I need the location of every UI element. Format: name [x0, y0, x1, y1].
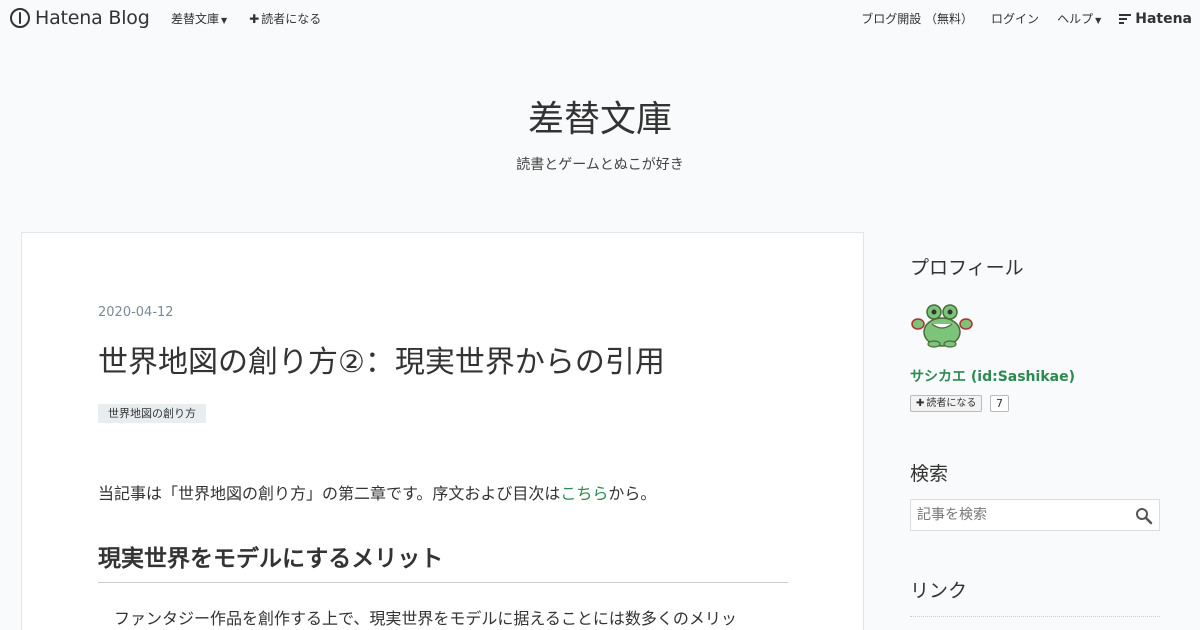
- profile-heading: プロフィール: [910, 257, 1024, 279]
- search-form: [910, 499, 1160, 531]
- subscriber-count[interactable]: 7: [990, 395, 1009, 412]
- hatena-brand-link[interactable]: Hatena: [1119, 11, 1192, 27]
- hatena-blog-logo[interactable]: Hatena Blog: [10, 7, 150, 29]
- help-label: ヘルプ: [1057, 12, 1094, 26]
- hatena-lines-icon: [1119, 13, 1132, 24]
- plus-icon: ✚: [916, 398, 925, 409]
- subscribe-button-label: 読者になる: [926, 398, 977, 409]
- blog-menu-dropdown[interactable]: 差替文庫 ▼: [171, 10, 227, 27]
- caret-down-icon: ▼: [1095, 16, 1102, 25]
- section-heading: 現実世界をモデルにするメリット: [98, 539, 788, 583]
- search-input[interactable]: [911, 500, 1131, 530]
- article-card: 2020-04-12 世界地図の創り方②：現実世界からの引用 世界地図の創り方 …: [21, 232, 864, 630]
- start-blog-link[interactable]: ブログ開設 （無料）: [861, 10, 973, 27]
- login-link[interactable]: ログイン: [991, 10, 1039, 27]
- hatena-blog-logo-icon: [10, 8, 30, 28]
- subscribe-button[interactable]: ✚ 読者になる: [910, 395, 983, 412]
- intro-link[interactable]: こちら: [560, 484, 608, 503]
- search-icon[interactable]: [1135, 507, 1153, 525]
- category-tag[interactable]: 世界地図の創り方: [98, 404, 206, 423]
- hatena-brand-label: Hatena: [1135, 10, 1192, 27]
- plus-icon: ✚: [249, 12, 260, 26]
- intro-text-before: 当記事は「世界地図の創り方」の第二章です。序文および目次は: [98, 484, 561, 503]
- entry-date[interactable]: 2020-04-12: [98, 305, 174, 320]
- logo-text: Hatena Blog: [35, 7, 150, 29]
- nav-right: ブログ開設 （無料） ログイン ヘルプ ▼ Hatena: [861, 10, 1192, 27]
- global-header: Hatena Blog 差替文庫 ▼ ✚ 読者になる ブログ開設 （無料） ログイン…: [0, 0, 1200, 36]
- subscribe-nav-button[interactable]: ✚ 読者になる: [249, 10, 321, 27]
- body-paragraph: ファンタジー作品を創作する上で、現実世界をモデルに据えることには数多くのメリッ: [114, 609, 737, 628]
- blog-menu-label: 差替文庫: [171, 12, 220, 26]
- subscribe-nav-label: 読者になる: [261, 12, 322, 26]
- intro-paragraph: 当記事は「世界地図の創り方」の第二章です。序文および目次はこちらから。: [98, 480, 656, 504]
- intro-text-after: から。: [608, 484, 657, 503]
- search-heading: 検索: [910, 463, 949, 485]
- links-heading: リンク: [910, 580, 968, 602]
- help-dropdown[interactable]: ヘルプ ▼: [1057, 10, 1101, 27]
- links-divider: [910, 616, 1160, 617]
- profile-name-link[interactable]: サシカエ (id:Sashikae): [910, 366, 1075, 386]
- blog-title[interactable]: 差替文庫: [0, 90, 1200, 142]
- nav-left: 差替文庫 ▼ ✚ 読者になる: [171, 10, 321, 27]
- blog-description: 読書とゲームとぬこが好き: [516, 157, 684, 173]
- caret-down-icon: ▼: [221, 16, 228, 25]
- frog-avatar-icon[interactable]: [910, 300, 974, 348]
- entry-title[interactable]: 世界地図の創り方②：現実世界からの引用: [98, 337, 665, 381]
